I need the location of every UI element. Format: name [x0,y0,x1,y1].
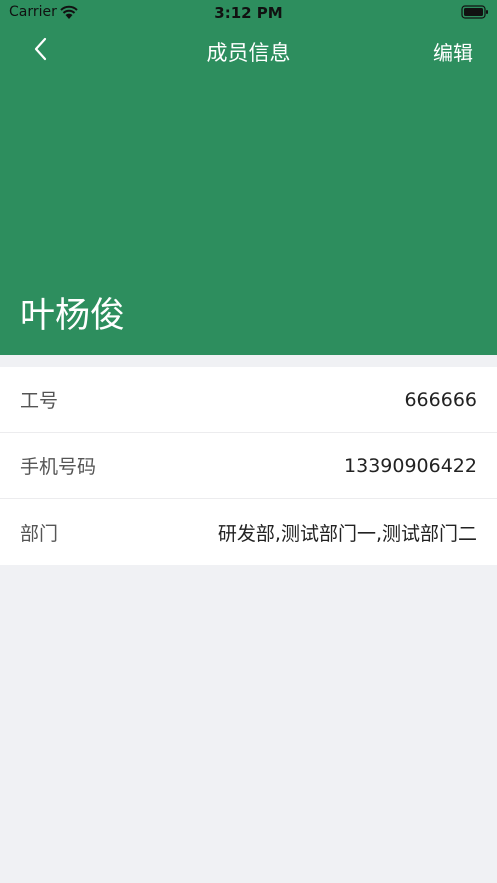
department-label: 部门 [20,522,59,545]
status-bar: Carrier 3:12 PM [0,0,497,26]
member-info-list: 工号 666666 手机号码 13390906422 部门 研发部,测试部门一,… [0,367,497,565]
employee-id-label: 工号 [20,390,59,412]
employee-id-value: 666666 [404,388,477,411]
battery-icon [461,5,489,19]
edit-button[interactable]: 编辑 [433,37,473,66]
member-name: 叶杨俊 [20,296,126,336]
department-value: 研发部,测试部门一,测试部门二 [217,522,477,545]
phone-label: 手机号码 [20,456,97,478]
info-row-department: 部门 研发部,测试部门一,测试部门二 [0,499,497,565]
info-row-employee-id: 工号 666666 [0,367,497,433]
phone-value[interactable]: 13390906422 [344,455,477,477]
status-time: 3:12 PM [214,4,283,22]
info-row-phone[interactable]: 手机号码 13390906422 [0,433,497,499]
page-title: 成员信息 [206,41,291,65]
navigation-bar: 成员信息 编辑 [0,26,497,76]
header-banner: Carrier 3:12 PM 成员信息 编辑 叶杨俊 [0,0,497,355]
member-info-screen: Carrier 3:12 PM 成员信息 编辑 叶杨俊 工号 666666 手机… [0,0,497,883]
